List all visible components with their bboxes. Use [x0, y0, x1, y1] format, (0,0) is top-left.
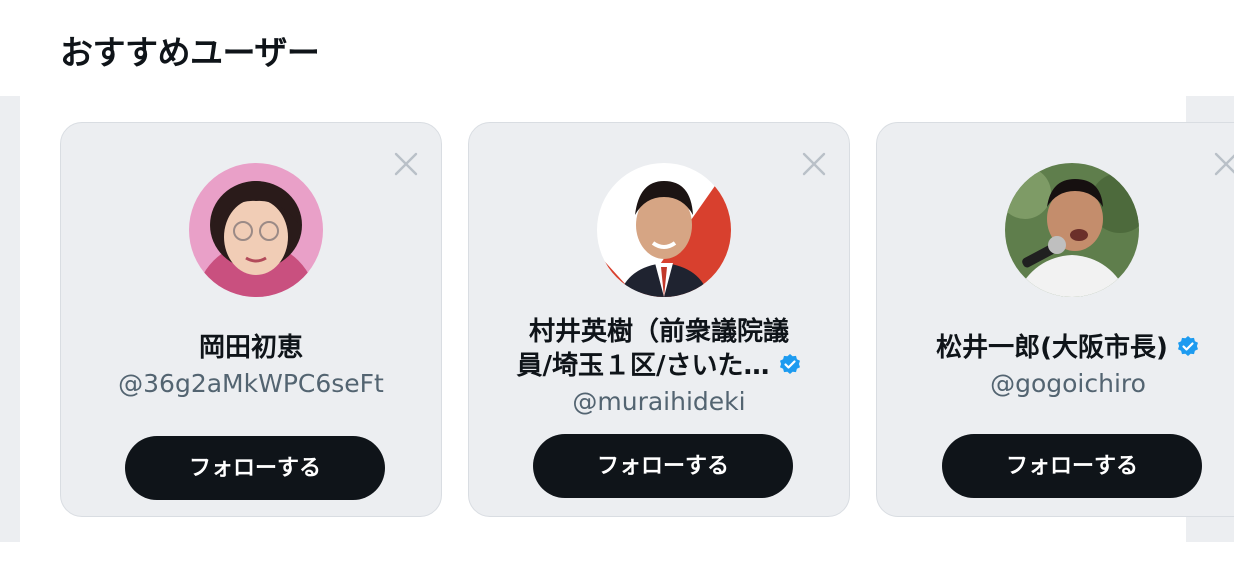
user-name[interactable]: 松井一郎(大阪市長) [936, 333, 1168, 363]
verified-badge-icon [778, 353, 802, 377]
user-name-part[interactable]: 員/埼玉１区/さいた… [517, 351, 770, 381]
carousel-edge-left [0, 96, 20, 542]
follow-button[interactable]: フォローする [533, 434, 793, 498]
dismiss-close-icon[interactable] [801, 151, 827, 177]
user-card[interactable]: 岡田初恵 @36g2aMkWPC6seFt フォローする [60, 122, 442, 517]
user-handle: @muraihideki [572, 387, 746, 416]
dismiss-close-icon[interactable] [1213, 151, 1234, 177]
section-title: おすすめユーザー [60, 33, 320, 72]
follow-button[interactable]: フォローする [942, 434, 1202, 498]
user-name[interactable]: 岡田初恵 [61, 331, 441, 365]
verified-badge-icon [1176, 335, 1200, 359]
user-card[interactable]: 村井英樹（前衆議院議 員/埼玉１区/さいた… @muraihideki フォロー… [468, 122, 850, 517]
dismiss-close-icon[interactable] [393, 151, 419, 177]
avatar[interactable] [597, 163, 731, 297]
user-name-line2[interactable]: 員/埼玉１区/さいた… [469, 349, 849, 383]
avatar[interactable] [1005, 163, 1139, 297]
avatar[interactable] [189, 163, 323, 297]
user-handle: @gogoichiro [990, 369, 1146, 398]
user-name-row[interactable]: 松井一郎(大阪市長) [877, 331, 1234, 365]
user-handle: @36g2aMkWPC6seFt [118, 369, 384, 398]
follow-button[interactable]: フォローする [125, 436, 385, 500]
user-name[interactable]: 村井英樹（前衆議院議 [469, 315, 849, 349]
user-card[interactable]: 松井一郎(大阪市長) @gogoichiro フォローする [876, 122, 1234, 517]
